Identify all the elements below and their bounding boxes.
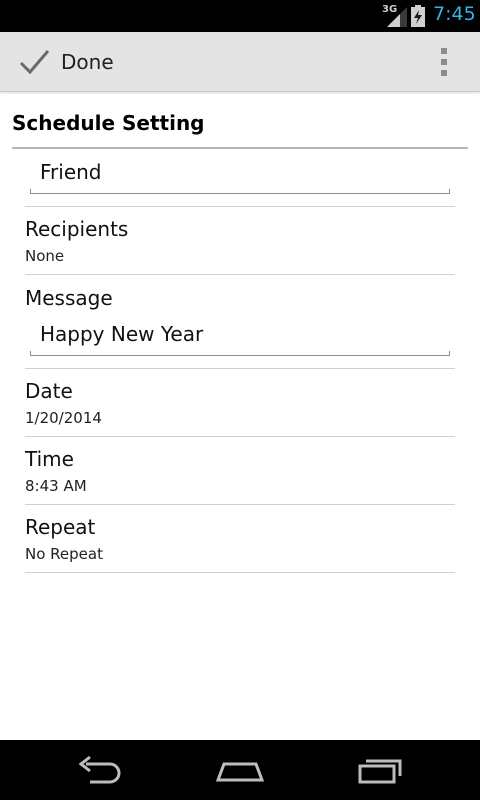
time-label: Time (25, 447, 74, 471)
repeat-value: No Repeat (25, 545, 103, 563)
navigation-bar (0, 740, 480, 800)
time-value: 8:43 AM (25, 477, 87, 495)
message-label: Message (25, 286, 113, 310)
check-icon (19, 50, 50, 75)
recent-apps-icon[interactable] (352, 754, 412, 786)
repeat-row[interactable]: Repeat No Repeat (0, 505, 480, 572)
name-field-value: Friend (40, 160, 102, 184)
time-row[interactable]: Time 8:43 AM (0, 437, 480, 504)
name-field[interactable]: Friend (30, 154, 450, 194)
recipients-row[interactable]: Recipients None (0, 207, 480, 274)
date-row[interactable]: Date 1/20/2014 (0, 369, 480, 436)
home-icon[interactable] (210, 754, 270, 786)
recipients-value: None (25, 247, 65, 265)
section-divider (12, 147, 468, 149)
page-title: Schedule Setting (12, 111, 205, 135)
message-field-value: Happy New Year (40, 322, 204, 346)
done-button[interactable]: Done (0, 32, 130, 91)
divider (25, 274, 455, 275)
message-field[interactable]: Happy New Year (30, 316, 450, 356)
date-label: Date (25, 379, 73, 403)
signal-icon (387, 7, 407, 27)
battery-charging-icon (411, 5, 425, 27)
back-icon[interactable] (70, 754, 130, 786)
done-label: Done (61, 50, 114, 74)
overflow-menu-icon[interactable] (428, 44, 462, 80)
repeat-label: Repeat (25, 515, 96, 539)
status-clock: 7:45 (433, 3, 476, 25)
divider (25, 572, 455, 573)
date-value: 1/20/2014 (25, 409, 102, 427)
recipients-label: Recipients (25, 217, 129, 241)
status-bar: 3G 7:45 (0, 0, 480, 32)
action-bar: Done (0, 32, 480, 92)
